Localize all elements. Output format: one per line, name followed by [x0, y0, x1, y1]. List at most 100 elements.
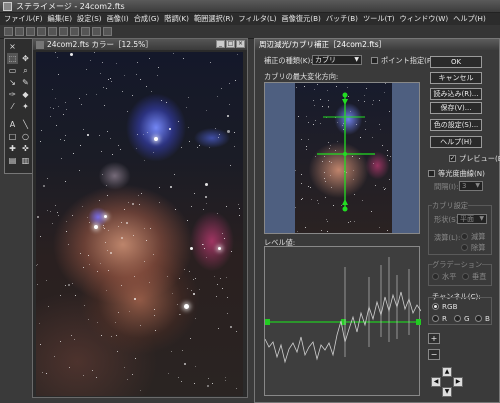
brush-tool-icon[interactable]: ✑ [7, 89, 18, 100]
star [170, 350, 172, 352]
divide-radio[interactable] [461, 244, 468, 251]
ellipse-tool-icon[interactable]: ○ [20, 131, 31, 142]
direction-preview[interactable] [264, 82, 420, 234]
select-tool-icon[interactable]: ⬚ [7, 53, 18, 64]
star [55, 124, 57, 126]
menu-tone[interactable]: 階調(K) [164, 14, 189, 24]
redo-icon[interactable] [92, 27, 101, 36]
paste-icon[interactable] [70, 27, 79, 36]
star [40, 129, 42, 131]
menu-window[interactable]: ウィンドウ(W) [400, 14, 449, 24]
channel-b-radio[interactable] [475, 315, 482, 322]
level-graph[interactable] [264, 246, 421, 396]
star [194, 192, 196, 194]
copy-icon[interactable] [59, 27, 68, 36]
star [169, 128, 172, 131]
star [60, 138, 62, 140]
save-button[interactable]: 保存(V)... [430, 102, 482, 114]
star [73, 152, 75, 154]
undo-icon[interactable] [81, 27, 90, 36]
star [83, 266, 85, 268]
menu-help[interactable]: ヘルプ(H) [453, 14, 486, 24]
interval-select[interactable]: 3 ▼ [459, 181, 483, 191]
wand-tool-icon[interactable]: ⁄ [7, 101, 18, 112]
menu-image[interactable]: 画像(I) [107, 14, 129, 24]
rectangle-select-icon[interactable]: ▭ [7, 65, 18, 76]
menu-batch[interactable]: バッチ(B) [326, 14, 358, 24]
close-icon[interactable]: × [236, 40, 245, 48]
new-icon[interactable] [4, 27, 13, 36]
star [50, 115, 52, 117]
minimize-icon[interactable]: _ [216, 40, 225, 48]
zoom-tool-icon[interactable]: ⌕ [20, 65, 31, 76]
zoom-out-button[interactable]: − [428, 349, 440, 360]
menu-select-range[interactable]: 範囲選択(R) [194, 14, 233, 24]
menu-filter[interactable]: フィルタ(L) [238, 14, 276, 24]
help-button[interactable]: ヘルプ(H) [430, 136, 482, 148]
color-settings-button[interactable]: 色の設定(S)... [430, 119, 482, 131]
channel-rgb-radio[interactable] [432, 303, 439, 310]
star [65, 181, 66, 183]
star [216, 295, 218, 297]
move-tool-icon[interactable]: ✥ [20, 53, 31, 64]
channel-g-radio[interactable] [454, 315, 461, 322]
process-icon[interactable] [103, 27, 112, 36]
star [220, 87, 222, 89]
cancel-button[interactable]: キャンセル [430, 72, 482, 84]
arrow-down-icon[interactable]: ▼ [442, 387, 452, 397]
star [45, 280, 47, 282]
star [142, 133, 144, 135]
star [198, 145, 200, 147]
equal-curve-checkbox[interactable] [428, 170, 435, 177]
levels-tool-icon[interactable]: ▤ [7, 155, 18, 166]
open-icon[interactable] [15, 27, 24, 36]
star [66, 109, 68, 111]
stamp-tool-icon[interactable]: ✜ [20, 143, 31, 154]
menu-composite[interactable]: 合成(G) [134, 14, 160, 24]
star-tool-icon[interactable]: ✦ [20, 101, 31, 112]
preview-checkbox[interactable]: ✓ [449, 155, 456, 162]
pen-tool-icon[interactable]: ✎ [20, 77, 31, 88]
close-palette-icon[interactable]: × [7, 41, 18, 52]
dialog-titlebar: 周辺減光/カブリ補正［24com2.fts］ [255, 39, 499, 50]
histogram-tool-icon[interactable]: ▥ [20, 155, 31, 166]
text-tool-icon[interactable]: A [7, 119, 18, 130]
image-window: 24com2.fts カラー［12.5%］ _ □ × [32, 38, 248, 398]
point-checkbox[interactable] [371, 57, 378, 64]
print-icon[interactable] [37, 27, 46, 36]
rect-tool-icon[interactable]: □ [7, 131, 18, 142]
ok-button[interactable]: OK [430, 56, 482, 68]
save-icon[interactable] [26, 27, 35, 36]
zoom-in-button[interactable]: + [428, 333, 440, 344]
gradient-label: グラデーション [432, 260, 483, 270]
arrow-left-icon[interactable]: ◀ [431, 377, 441, 387]
star [204, 182, 208, 186]
menu-restore[interactable]: 画像復元(B) [282, 14, 321, 24]
star [83, 305, 85, 307]
arrow-up-icon[interactable]: ▲ [442, 367, 452, 377]
star [117, 351, 119, 353]
star [225, 205, 227, 207]
star [181, 146, 183, 148]
line-tool-icon[interactable]: ╲ [20, 119, 31, 130]
menu-tools[interactable]: ツール(T) [363, 14, 395, 24]
load-button[interactable]: 読み込み(R)... [430, 88, 482, 100]
vertical-radio[interactable] [462, 273, 469, 280]
cut-icon[interactable] [48, 27, 57, 36]
fill-tool-icon[interactable]: ✚ [7, 143, 18, 154]
channel-r-radio[interactable] [432, 315, 439, 322]
menu-edit[interactable]: 編集(E) [48, 14, 73, 24]
maximize-icon[interactable]: □ [226, 40, 235, 48]
star [63, 113, 65, 115]
subtract-radio[interactable] [461, 233, 468, 240]
shape-select[interactable]: 平面 ▼ [457, 214, 487, 224]
menu-file[interactable]: ファイル(F) [4, 14, 43, 24]
menu-settings[interactable]: 設定(S) [77, 14, 102, 24]
eraser-tool-icon[interactable]: ◆ [20, 89, 31, 100]
image-window-title: 24com2.fts カラー［12.5%］ [47, 40, 153, 49]
horizontal-radio[interactable] [432, 273, 439, 280]
arrow-right-icon[interactable]: ▶ [453, 377, 463, 387]
app-title-bar: ステライメージ - 24com2.fts [0, 0, 500, 13]
eyedropper-icon[interactable]: ↘ [7, 77, 18, 88]
correction-type-select[interactable]: カブリ ▼ [312, 55, 362, 65]
